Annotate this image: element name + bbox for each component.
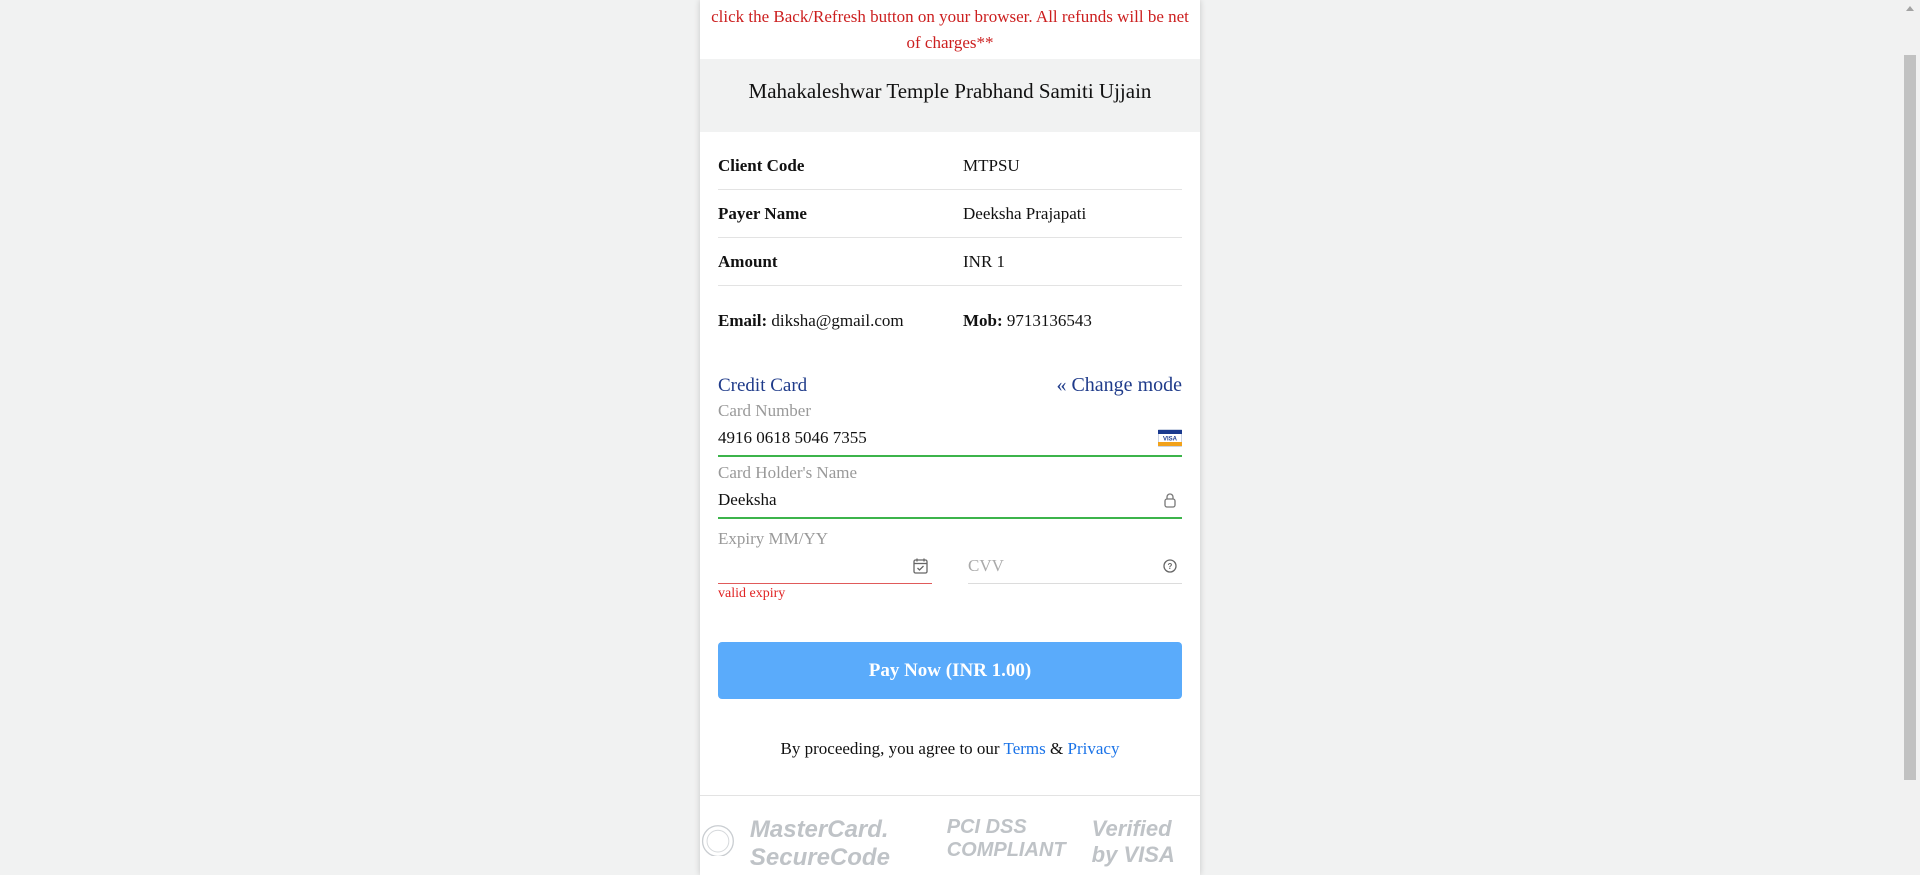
agreement-amp: & [1045, 739, 1068, 758]
refund-warning: click the Back/Refresh button on your br… [700, 0, 1200, 59]
client-code-label: Client Code [718, 155, 805, 175]
expiry-label: Expiry MM/YY [718, 529, 829, 548]
payer-name-value: Deeksha Prajapati [963, 203, 1087, 223]
warning-line-1: click the Back/Refresh button on your br… [711, 7, 1189, 26]
page-scrollbar[interactable] [1900, 0, 1920, 875]
pci-dss-logo: PCI DSS COMPLIANT [946, 816, 1066, 861]
email-value: diksha@gmail.com [771, 311, 904, 330]
email-block: Email: diksha@gmail.com [718, 311, 963, 331]
mastercard-securecode-logo: MasterCard. SecureCode [749, 816, 890, 871]
change-mode-label: Change mode [1071, 374, 1182, 396]
scrollbar-thumb[interactable] [1904, 55, 1916, 780]
payer-name-label: Payer Name [718, 203, 807, 223]
expiry-input[interactable] [718, 549, 932, 584]
card-holder-value: Deeksha [718, 490, 777, 509]
payment-mode-bar: Credit Card « Change mode [718, 374, 1182, 397]
merchant-header: Mahakaleshwar Temple Prabhand Samiti Ujj… [700, 59, 1200, 132]
client-code-value: MTPSU [963, 155, 1020, 175]
client-code-row: Client Code MTPSU [718, 142, 1182, 190]
expiry-cvv-row: Expiry MM/YY valid expiry CVV CVV ? [718, 525, 1182, 602]
terms-link[interactable]: Terms [1004, 739, 1046, 758]
card-number-value: 4916 0618 5046 7355 [718, 428, 867, 447]
change-mode-link[interactable]: « Change mode [1056, 374, 1182, 397]
amount-row: Amount INR 1 [718, 238, 1182, 286]
card-holder-label: Card Holder's Name [718, 463, 858, 482]
contact-row: Email: diksha@gmail.com Mob: 9713136543 [718, 286, 1182, 356]
mob-block: Mob: 9713136543 [963, 311, 1092, 331]
scroll-up-arrow-icon[interactable] [1906, 6, 1914, 11]
help-circle-icon[interactable]: ? [1158, 557, 1182, 575]
verified-by-visa-logo: Verified by VISA [1091, 816, 1175, 867]
svg-text:VISA: VISA [1163, 437, 1178, 443]
lock-icon [1164, 493, 1176, 508]
mob-value: 9713136543 [1006, 311, 1092, 330]
svg-text:?: ? [1168, 562, 1173, 571]
expiry-error: valid expiry [718, 586, 786, 601]
pay-now-button[interactable]: Pay Now (INR 1.00) [718, 642, 1182, 699]
agreement-text: By proceeding, you agree to our Terms & … [700, 739, 1200, 759]
cvv-field[interactable]: CVV CVV ? [968, 525, 1182, 602]
mob-label: Mob: [963, 311, 1003, 330]
amount-value: INR 1 [963, 251, 1006, 271]
card-holder-input[interactable]: Deeksha [718, 483, 1182, 519]
card-number-label: Card Number [718, 401, 812, 420]
merchant-name: Mahakaleshwar Temple Prabhand Samiti Ujj… [748, 79, 1152, 103]
payment-mode-title: Credit Card [718, 374, 808, 396]
payer-name-row: Payer Name Deeksha Prajapati [718, 190, 1182, 238]
seal-icon [701, 825, 734, 856]
payment-details: Client Code MTPSU Payer Name Deeksha Pra… [700, 132, 1200, 356]
cvv-input[interactable]: CVV ? [968, 549, 1182, 584]
payment-card: click the Back/Refresh button on your br… [700, 0, 1200, 875]
card-number-input[interactable]: 4916 0618 5046 7355 VISA [718, 421, 1182, 457]
warning-line-2: of charges** [906, 33, 994, 52]
expiry-field[interactable]: Expiry MM/YY valid expiry [718, 525, 932, 602]
card-number-field[interactable]: Card Number 4916 0618 5046 7355 VISA [718, 401, 1182, 457]
trust-logos: MasterCard. SecureCode PCI DSS COMPLIANT… [700, 795, 1200, 872]
double-chevron-left-icon: « [1056, 374, 1067, 396]
email-label: Email: [718, 311, 768, 330]
card-holder-field[interactable]: Card Holder's Name Deeksha [718, 463, 1182, 519]
cvv-placeholder: CVV [968, 556, 1004, 575]
amount-label: Amount [718, 251, 778, 271]
visa-card-icon: VISA [1158, 429, 1182, 447]
calendar-check-icon [913, 558, 928, 574]
privacy-link[interactable]: Privacy [1068, 739, 1120, 758]
agreement-prefix: By proceeding, you agree to our [780, 739, 1004, 758]
